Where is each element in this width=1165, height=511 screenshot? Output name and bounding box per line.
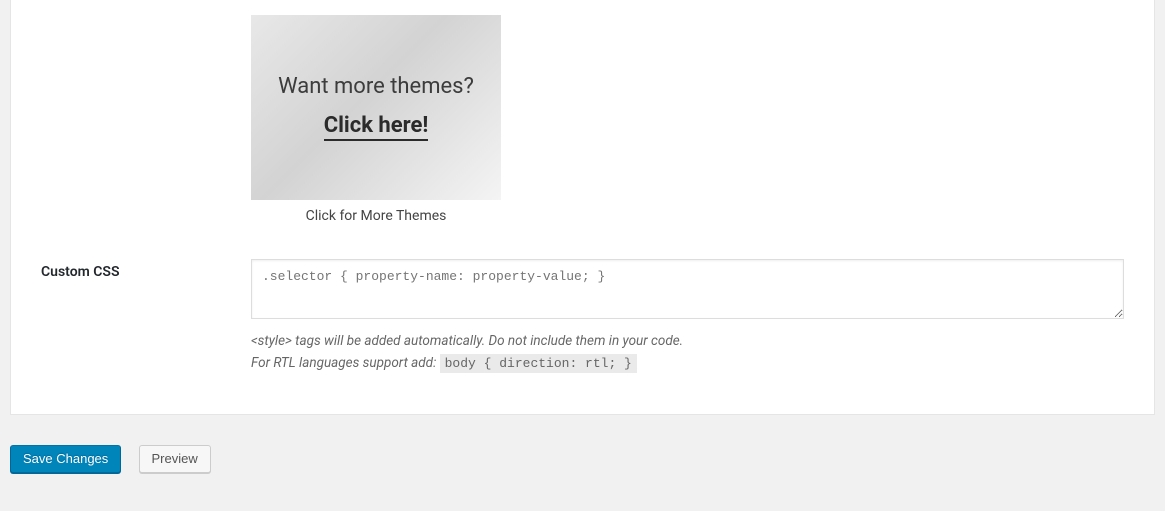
promo-cta-link: Click here! — [324, 113, 429, 141]
css-note-code: body { direction: rtl; } — [440, 354, 637, 373]
preview-button[interactable]: Preview — [139, 445, 211, 473]
custom-css-textarea[interactable] — [251, 259, 1124, 319]
settings-panel: Want more themes? Click here! Click for … — [10, 0, 1155, 415]
save-changes-button[interactable]: Save Changes — [10, 445, 121, 473]
custom-css-description: <style> tags will be added automatically… — [251, 331, 1124, 374]
css-note-line2-prefix: For RTL languages support add: — [251, 355, 440, 371]
custom-css-label: Custom CSS — [11, 244, 251, 394]
css-note-line1: <style> tags will be added automatically… — [251, 333, 683, 349]
form-actions: Save Changes Preview — [0, 415, 1165, 483]
promo-title: Want more themes? — [278, 74, 474, 99]
form-table: Want more themes? Click here! Click for … — [11, 0, 1154, 394]
more-themes-promo[interactable]: Want more themes? Click here! — [251, 15, 501, 200]
promo-caption: Click for More Themes — [251, 208, 501, 224]
